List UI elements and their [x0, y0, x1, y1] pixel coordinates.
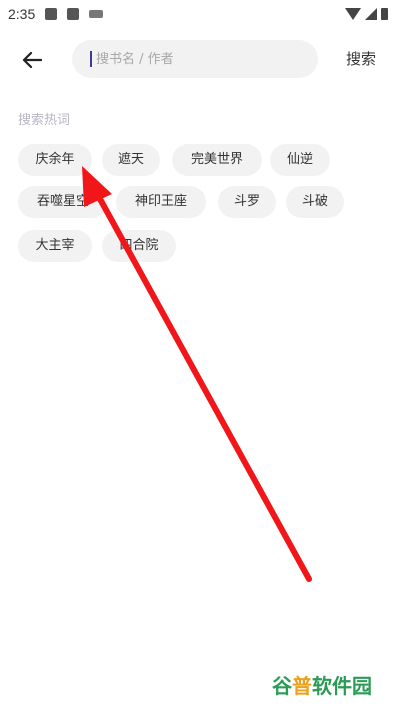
- red-arrow-annotation: [82, 166, 312, 582]
- hot-word-tag[interactable]: 完美世界: [172, 144, 262, 176]
- hot-word-tag[interactable]: 庆余年: [18, 144, 92, 176]
- hot-word-tag[interactable]: 大主宰: [18, 230, 92, 262]
- watermark-part-3: 软件园: [312, 674, 372, 698]
- status-bar: 2:35: [0, 0, 400, 28]
- search-input[interactable]: [94, 50, 298, 68]
- hot-word-tag[interactable]: 斗罗: [218, 186, 276, 218]
- image-notification-icon: [45, 8, 58, 20]
- back-arrow-icon: [22, 51, 42, 69]
- watermark-logo: 谷普软件园: [272, 670, 372, 699]
- watermark-part-2: 普: [292, 674, 312, 698]
- hot-words-title: 搜索热词: [18, 113, 71, 128]
- signal-icon: [365, 8, 377, 20]
- status-time: 2:35: [8, 6, 36, 22]
- search-button[interactable]: 搜索: [346, 48, 376, 69]
- search-box[interactable]: [72, 40, 318, 78]
- status-right: [345, 8, 388, 20]
- hot-word-tag[interactable]: 四合院: [102, 230, 176, 262]
- hot-word-tag[interactable]: 吞噬星空: [18, 186, 108, 218]
- text-notification-icon: [67, 8, 80, 20]
- hot-word-tag[interactable]: 仙逆: [270, 144, 330, 176]
- battery-icon: [381, 8, 388, 20]
- hot-word-tag[interactable]: 斗破: [286, 186, 344, 218]
- keyboard-notification-icon: [89, 10, 104, 18]
- wifi-icon: [345, 8, 361, 20]
- back-button[interactable]: [16, 44, 48, 76]
- hot-word-tag[interactable]: 神印王座: [116, 186, 206, 218]
- hot-word-tag[interactable]: 遮天: [102, 144, 160, 176]
- text-cursor: [90, 51, 92, 67]
- status-left: 2:35: [8, 6, 104, 22]
- watermark-part-1: 谷: [272, 674, 292, 698]
- search-header: 搜索: [0, 28, 400, 88]
